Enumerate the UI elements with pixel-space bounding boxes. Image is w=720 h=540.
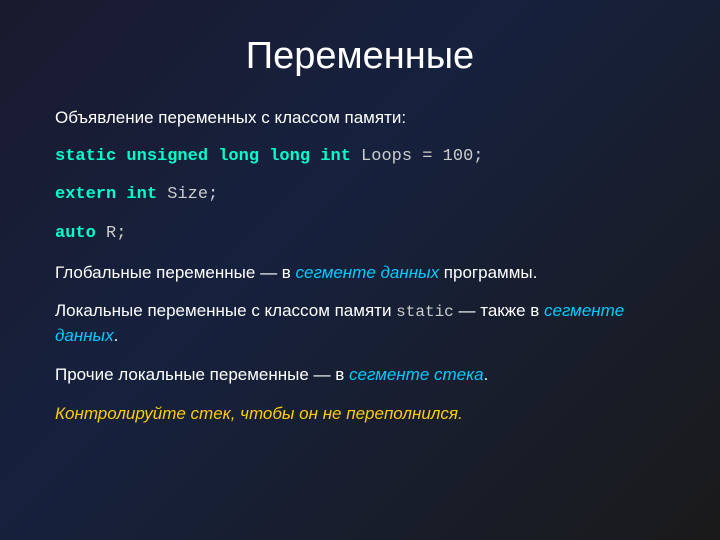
para1-after: программы.	[439, 263, 537, 282]
code-line-3: auto R;	[55, 222, 665, 247]
content-area: Объявление переменных с классом памяти: …	[55, 106, 665, 426]
para3-highlight: сегменте стека	[349, 365, 484, 384]
keyword-auto: auto	[55, 224, 96, 243]
keyword-int: int	[116, 185, 157, 204]
code2-rest: Size;	[157, 185, 218, 204]
para1-before: Глобальные переменные — в	[55, 263, 296, 282]
warning-text: Контролируйте стек, чтобы он не переполн…	[55, 402, 665, 427]
para1-highlight: сегменте данных	[296, 263, 440, 282]
para2: Локальные переменные с классом памяти st…	[55, 299, 665, 349]
para3-after: .	[484, 365, 489, 384]
intro-text: Объявление переменных с классом памяти:	[55, 106, 665, 131]
slide: Переменные Объявление переменных с класс…	[0, 0, 720, 540]
code3-rest: R;	[96, 224, 127, 243]
para2-after: .	[114, 326, 119, 345]
para3: Прочие локальные переменные — в сегменте…	[55, 363, 665, 388]
code-line-1: static unsigned long long int Loops = 10…	[55, 145, 665, 170]
code-line-2: extern int Size;	[55, 183, 665, 208]
para2-middle: — также в	[454, 301, 544, 320]
para2-code: static	[396, 303, 454, 321]
code1-rest: Loops = 100;	[351, 147, 484, 166]
page-title: Переменные	[55, 35, 665, 78]
para2-before: Локальные переменные с классом памяти	[55, 301, 396, 320]
keyword-static: static unsigned long long int	[55, 147, 351, 166]
para1: Глобальные переменные — в сегменте данны…	[55, 261, 665, 286]
para3-before: Прочие локальные переменные — в	[55, 365, 349, 384]
keyword-extern: extern	[55, 185, 116, 204]
